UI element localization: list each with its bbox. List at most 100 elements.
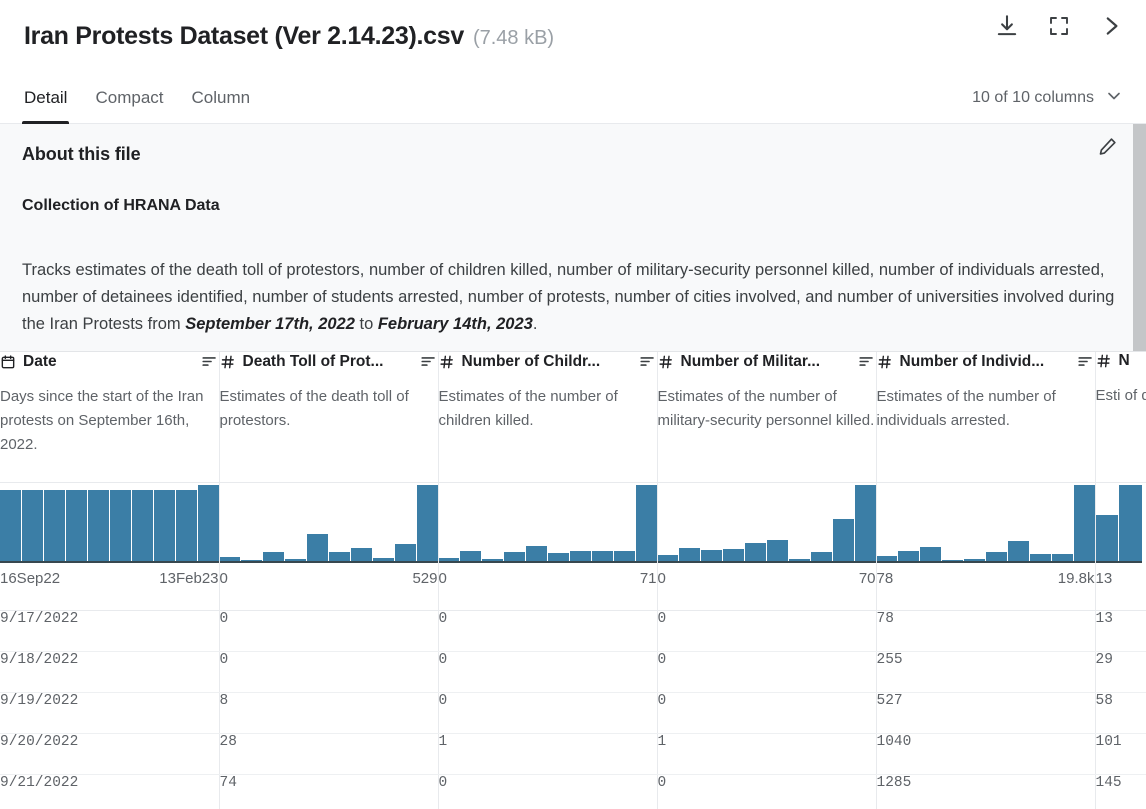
histogram-bar xyxy=(504,551,526,561)
about-description-end: . xyxy=(532,315,538,333)
histogram-bar xyxy=(569,550,591,561)
about-scrollbar-thumb[interactable] xyxy=(1133,124,1146,351)
histogram-bar xyxy=(263,551,285,561)
tab-column[interactable]: Column xyxy=(192,72,251,124)
edit-description-button[interactable] xyxy=(1090,132,1124,166)
histogram-bar xyxy=(109,489,131,561)
histogram-bars xyxy=(657,483,876,563)
histogram-bar xyxy=(0,489,21,561)
column-description: Estimates of the number of children kill… xyxy=(438,388,618,429)
sort-icon[interactable] xyxy=(857,352,876,371)
histogram-min-label: 13 xyxy=(1095,569,1113,587)
table-row[interactable]: 9/18/2022 0 0 0 255 29 xyxy=(0,651,1146,693)
table-cell: 101 xyxy=(1095,733,1146,775)
histogram-cell-death-toll: 0 529 xyxy=(219,482,439,611)
histogram-bar xyxy=(613,550,635,561)
tab-detail[interactable]: Detail xyxy=(21,72,70,124)
column-count-selector[interactable]: 10 of 10 columns xyxy=(972,72,1124,124)
histogram-bar xyxy=(920,546,942,561)
histogram-bar xyxy=(964,558,986,561)
about-subheading: Collection of HRANA Data xyxy=(22,197,220,214)
table-cell: 255 xyxy=(876,651,1096,693)
table-cell: 0 xyxy=(657,774,877,809)
histogram-axis-labels: 0 529 xyxy=(220,570,438,587)
download-icon xyxy=(994,13,1020,42)
histogram-individuals-arrested xyxy=(876,483,1095,563)
histogram-bars xyxy=(219,483,438,563)
table-cell: 1 xyxy=(438,733,658,775)
about-this-file-panel: About this file Collection of HRANA Data… xyxy=(0,124,1146,352)
histogram-bars xyxy=(1095,483,1142,563)
table-cell: 0 xyxy=(219,651,439,693)
histogram-bar xyxy=(1051,553,1073,561)
hash-icon xyxy=(439,354,455,370)
next-button[interactable] xyxy=(1092,8,1130,46)
histogram-bar xyxy=(635,484,657,561)
column-header-death-toll[interactable]: Death Toll of Prot... Estimates of the d… xyxy=(219,352,439,483)
histogram-bar xyxy=(21,489,43,561)
column-name: Date xyxy=(23,352,57,370)
histogram-bar xyxy=(701,549,723,561)
histogram-min-label: 78 xyxy=(876,569,894,587)
table-row[interactable]: 9/21/2022 74 0 0 1285 145 xyxy=(0,774,1146,809)
histogram-bar xyxy=(197,484,219,561)
histogram-axis-labels: 0 71 xyxy=(439,570,657,587)
about-scrollbar[interactable] xyxy=(1133,124,1146,351)
column-description: Estimates of the death toll of protestor… xyxy=(219,388,409,429)
histogram-axis-labels: 0 70 xyxy=(658,570,876,587)
data-table-container[interactable]: Date Days since the start of the Iran pr… xyxy=(0,352,1146,809)
column-header-individuals-arrested[interactable]: Number of Individ... Estimates of the nu… xyxy=(876,352,1096,483)
table-cell: 1285 xyxy=(876,774,1096,809)
file-size-label: (7.48 kB) xyxy=(472,26,555,49)
column-header-top: Date xyxy=(0,352,219,371)
page-header: Iran Protests Dataset (Ver 2.14.23).csv … xyxy=(0,0,1146,72)
histogram-cell-children-killed: 0 71 xyxy=(438,482,658,611)
sort-icon[interactable] xyxy=(200,352,219,371)
about-heading: About this file xyxy=(22,144,141,164)
histogram-bar xyxy=(87,489,109,561)
column-name: Number of Militar... xyxy=(680,352,821,370)
histogram-cell-individuals-arrested: 78 19.8k xyxy=(876,482,1096,611)
histogram-bar xyxy=(372,557,394,561)
histogram-bar xyxy=(1029,553,1051,561)
table-cell: 78 xyxy=(876,610,1096,652)
histogram-axis-labels: 78 19.8k xyxy=(877,570,1095,587)
table-cell: 0 xyxy=(657,692,877,734)
table-cell: 527 xyxy=(876,692,1096,734)
table-cell: 1 xyxy=(657,733,877,775)
histogram-bar xyxy=(482,558,504,561)
histogram-bar xyxy=(1119,484,1142,561)
sort-icon[interactable] xyxy=(419,352,438,371)
table-row[interactable]: 9/20/2022 28 1 1 1040 101 xyxy=(0,733,1146,775)
column-header-detainees-identified[interactable]: N Esti of d xyxy=(1095,352,1146,483)
title-group: Iran Protests Dataset (Ver 2.14.23).csv … xyxy=(24,22,554,51)
histogram-bar xyxy=(350,547,372,561)
table-cell: 13 xyxy=(1095,610,1146,652)
tab-compact[interactable]: Compact xyxy=(95,72,163,124)
histogram-cell-date: 16Sep22 13Feb23 xyxy=(0,482,220,611)
histogram-min-label: 0 xyxy=(657,569,666,587)
table-cell: 58 xyxy=(1095,692,1146,734)
histogram-bar xyxy=(788,558,810,561)
table-cell: 9/20/2022 xyxy=(0,733,220,775)
fullscreen-icon xyxy=(1047,14,1071,41)
download-button[interactable] xyxy=(988,8,1026,46)
column-count-label: 10 of 10 columns xyxy=(972,89,1094,106)
column-header-military-killed[interactable]: Number of Militar... Estimates of the nu… xyxy=(657,352,877,483)
histogram-bar xyxy=(854,484,876,561)
histogram-axis-labels: 16Sep22 13Feb23 xyxy=(0,570,219,587)
sort-icon[interactable] xyxy=(1076,352,1095,371)
histogram-bar xyxy=(175,489,197,561)
column-header-top: Death Toll of Prot... xyxy=(220,352,438,371)
histogram-max-label: 13Feb23 xyxy=(159,569,219,587)
fullscreen-button[interactable] xyxy=(1040,8,1078,46)
column-header-children-killed[interactable]: Number of Childr... Estimates of the num… xyxy=(438,352,658,483)
table-row[interactable]: 9/19/2022 8 0 0 527 58 xyxy=(0,692,1146,734)
histogram-bar xyxy=(285,558,307,561)
table-row[interactable]: 9/17/2022 0 0 0 78 13 xyxy=(0,610,1146,652)
chevron-down-icon xyxy=(1104,86,1124,111)
column-header-top: Number of Militar... xyxy=(658,352,876,371)
sort-icon[interactable] xyxy=(638,352,657,371)
column-header-date[interactable]: Date Days since the start of the Iran pr… xyxy=(0,352,220,483)
column-name: Number of Individ... xyxy=(899,352,1045,370)
